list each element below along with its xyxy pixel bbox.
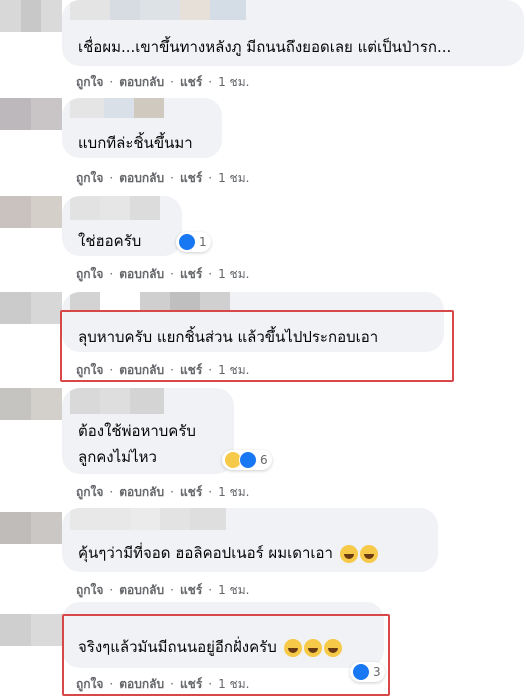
comment-text: ใช่ฮอครับ (78, 232, 142, 250)
reaction-count: 1 (199, 235, 207, 249)
share-link[interactable]: แชร์ (180, 171, 202, 185)
avatar[interactable] (0, 292, 62, 324)
timestamp[interactable]: 1 ชม. (218, 75, 249, 89)
comment-text-content: คุ้นๆว่ามีที่จอด ฮอลิคอปเนอร์ ผมเดาเอา (78, 544, 333, 562)
author-name-blurred[interactable] (70, 388, 164, 414)
comment-actions: ถูกใจ · ตอบกลับ · แชร์ · 1 ชม. (76, 267, 250, 281)
like-link[interactable]: ถูกใจ (76, 75, 103, 89)
comment-text: แบกทีล่ะชิ้นขึ้นมา (78, 134, 193, 152)
timestamp[interactable]: 1 ชม. (218, 267, 249, 281)
reply-link[interactable]: ตอบกลับ (119, 75, 164, 89)
avatar[interactable] (0, 196, 62, 228)
reaction-count: 3 (373, 665, 381, 679)
timestamp[interactable]: 1 ชม. (218, 583, 249, 597)
avatar[interactable] (0, 98, 62, 130)
comment-actions: ถูกใจ · ตอบกลับ · แชร์ · 1 ชม. (76, 583, 250, 597)
like-icon (352, 663, 370, 681)
reply-link[interactable]: ตอบกลับ (119, 267, 164, 281)
comment-bubble: ลุบหาบครับ แยกชิ้นส่วน แล้วขึ้นไปประกอบเ… (62, 292, 444, 352)
comment-text: ลุบหาบครับ แยกชิ้นส่วน แล้วขึ้นไปประกอบเ… (78, 328, 379, 346)
comment-bubble: แบกทีล่ะชิ้นขึ้นมา (62, 98, 222, 158)
comment-actions: ถูกใจ · ตอบกลับ · แชร์ · 1 ชม. (76, 171, 250, 185)
author-name-blurred[interactable] (70, 196, 160, 220)
comment-text: คุ้นๆว่ามีที่จอด ฮอลิคอปเนอร์ ผมเดาเอา (78, 542, 378, 564)
reply-link[interactable]: ตอบกลับ (119, 363, 164, 377)
like-icon (239, 451, 257, 469)
like-link[interactable]: ถูกใจ (76, 677, 103, 691)
share-link[interactable]: แชร์ (180, 583, 202, 597)
comment-actions: ถูกใจ · ตอบกลับ · แชร์ · 1 ชม. (76, 75, 250, 89)
avatar[interactable] (0, 512, 62, 544)
avatar[interactable] (0, 614, 62, 646)
comment-bubble: ต้องใช้พ่อหาบครับ ลูกคงไม่ไหว (62, 388, 234, 474)
reaction-summary[interactable]: 6 (222, 450, 272, 470)
author-name-blurred[interactable] (70, 98, 164, 118)
laughing-emoji-icon (339, 544, 358, 563)
like-link[interactable]: ถูกใจ (76, 583, 103, 597)
grinning-emoji-icon (323, 638, 342, 657)
grinning-emoji-icon (283, 638, 302, 657)
comment-text-content: จริงๆแล้วมันมีถนนอยู่อีกฝั่งครับ (78, 638, 277, 656)
timestamp[interactable]: 1 ชม. (218, 677, 249, 691)
reply-link[interactable]: ตอบกลับ (119, 171, 164, 185)
reply-link[interactable]: ตอบกลับ (119, 583, 164, 597)
like-link[interactable]: ถูกใจ (76, 267, 103, 281)
timestamp[interactable]: 1 ชม. (218, 363, 249, 377)
comment-bubble: ใช่ฮอครับ (62, 196, 182, 256)
timestamp[interactable]: 1 ชม. (218, 171, 249, 185)
reaction-summary[interactable]: 1 (176, 232, 211, 252)
author-name-blurred[interactable] (70, 0, 246, 20)
reaction-summary[interactable]: 3 (350, 662, 385, 682)
like-link[interactable]: ถูกใจ (76, 171, 103, 185)
avatar[interactable] (0, 0, 62, 32)
reply-link[interactable]: ตอบกลับ (119, 485, 164, 499)
comment-text-line-2: ลูกคงไม่ไหว (78, 448, 157, 466)
laughing-emoji-icon (359, 544, 378, 563)
comment-actions: ถูกใจ · ตอบกลับ · แชร์ · 1 ชม. (76, 363, 250, 377)
comment-text: เชื่อผม...เขาขึ้นทางหลังภู มีถนนถึงยอดเล… (78, 38, 452, 56)
like-link[interactable]: ถูกใจ (76, 363, 103, 377)
timestamp[interactable]: 1 ชม. (218, 485, 249, 499)
share-link[interactable]: แชร์ (180, 75, 202, 89)
comment-text: จริงๆแล้วมันมีถนนอยู่อีกฝั่งครับ (78, 636, 342, 658)
comment-bubble: จริงๆแล้วมันมีถนนอยู่อีกฝั่งครับ (62, 602, 384, 668)
comment-text-line-1: ต้องใช้พ่อหาบครับ (78, 422, 196, 440)
share-link[interactable]: แชร์ (180, 485, 202, 499)
share-link[interactable]: แชร์ (180, 677, 202, 691)
author-name-blurred[interactable] (70, 292, 230, 310)
reaction-count: 6 (260, 453, 268, 467)
reply-link[interactable]: ตอบกลับ (119, 677, 164, 691)
share-link[interactable]: แชร์ (180, 267, 202, 281)
grinning-emoji-icon (303, 638, 322, 657)
author-name-blurred[interactable] (70, 508, 226, 530)
comment-actions: ถูกใจ · ตอบกลับ · แชร์ · 1 ชม. (76, 485, 250, 499)
share-link[interactable]: แชร์ (180, 363, 202, 377)
like-icon (178, 233, 196, 251)
comment-bubble: เชื่อผม...เขาขึ้นทางหลังภู มีถนนถึงยอดเล… (62, 0, 524, 66)
like-link[interactable]: ถูกใจ (76, 485, 103, 499)
comment-actions: ถูกใจ · ตอบกลับ · แชร์ · 1 ชม. (76, 677, 250, 691)
comment-bubble: คุ้นๆว่ามีที่จอด ฮอลิคอปเนอร์ ผมเดาเอา (62, 508, 438, 572)
avatar[interactable] (0, 388, 62, 420)
